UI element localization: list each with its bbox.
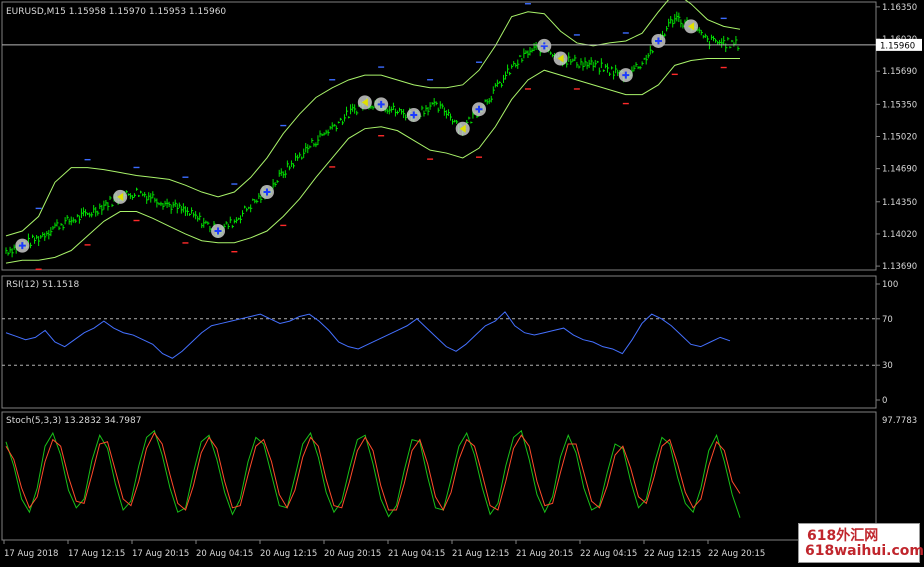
price-tick-label: 1.16350 — [882, 3, 917, 13]
time-label: 21 Aug 12:15 — [452, 549, 509, 559]
time-label: 21 Aug 20:15 — [516, 549, 573, 559]
price-tick-label: 1.15020 — [882, 132, 917, 142]
time-label: 21 Aug 04:15 — [388, 549, 445, 559]
price-tick-label: 1.15350 — [882, 100, 917, 110]
time-label: 20 Aug 20:15 — [324, 549, 381, 559]
rsi-tick-label: 0 — [882, 396, 887, 406]
rsi-tick-label: 30 — [882, 361, 893, 371]
rsi-tick-label: 100 — [882, 280, 898, 290]
stoch-tick-label: 97.7783 — [882, 416, 917, 426]
bollinger-lower — [5, 58, 740, 264]
stoch-signal-line — [5, 432, 741, 512]
time-label: 20 Aug 12:15 — [260, 549, 317, 559]
panel-border-1 — [1, 1, 877, 271]
price-tick-label: 1.14350 — [882, 198, 917, 208]
time-label: 17 Aug 2018 — [4, 549, 58, 559]
stoch-label: Stoch(5,3,3) 13.2832 34.7987 — [6, 416, 141, 426]
time-label: 17 Aug 20:15 — [132, 549, 189, 559]
watermark-logo: 618外汇网 618waihui.com — [798, 523, 924, 563]
rsi-tick-label: 70 — [882, 315, 893, 325]
trading-chart[interactable]: 1.13690 1.14020 1.14350 1.14690 1.15020 1.153… — [0, 0, 924, 567]
current-price-label: 1.15960 — [880, 41, 915, 51]
symbol-label: EURUSD,M15 1.15958 1.15970 1.15953 1.159… — [6, 7, 226, 17]
time-label: 22 Aug 20:15 — [708, 549, 765, 559]
price-tick-label: 1.14690 — [882, 165, 917, 175]
watermark-line1: 618外汇网 — [807, 528, 879, 544]
watermark-line2: 618waihui.com — [805, 543, 924, 559]
time-label: 22 Aug 04:15 — [580, 549, 637, 559]
time-label: 20 Aug 04:15 — [196, 549, 253, 559]
price-tick-label: 1.14020 — [882, 230, 917, 240]
candles-group — [5, 11, 740, 258]
price-tick-label: 1.13690 — [882, 262, 917, 272]
time-label: 17 Aug 12:15 — [68, 549, 125, 559]
rsi-label: RSI(12) 51.1518 — [6, 280, 79, 290]
panel-border-2 — [1, 275, 877, 409]
price-tick-label: 1.15690 — [882, 67, 917, 77]
panel-border-3 — [1, 411, 877, 541]
time-label: 22 Aug 12:15 — [644, 549, 701, 559]
